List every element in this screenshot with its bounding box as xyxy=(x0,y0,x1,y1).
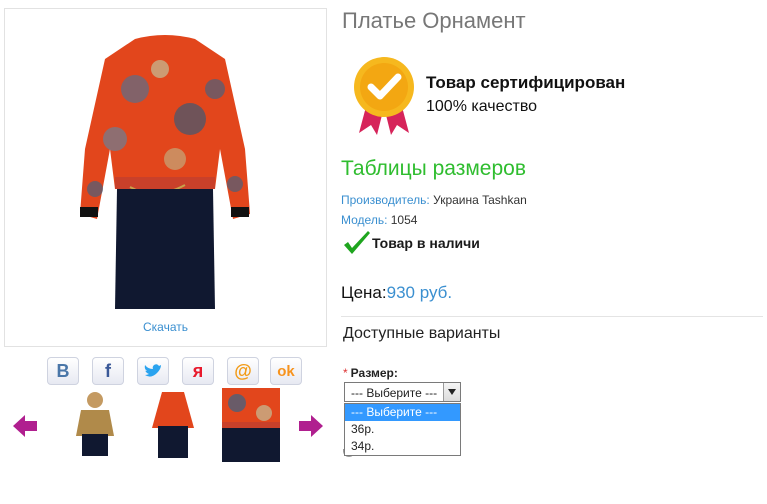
next-arrow-icon[interactable] xyxy=(298,414,324,438)
thumbnail-back[interactable] xyxy=(66,388,124,462)
certificate-badge-icon xyxy=(354,57,414,135)
size-tables-link[interactable]: Таблицы размеров xyxy=(341,157,526,181)
moimir-icon[interactable]: я xyxy=(182,357,214,385)
thumbnail-front[interactable] xyxy=(144,388,202,462)
vk-icon[interactable]: B xyxy=(47,357,79,385)
variants-title: Доступные варианты xyxy=(343,325,501,342)
price-row: Цена:930 руб. xyxy=(341,283,452,303)
size-option[interactable]: --- Выберите --- xyxy=(345,404,460,421)
manufacturer-value: Украина Tashkan xyxy=(433,193,527,207)
price-value: 930 руб. xyxy=(386,283,453,302)
certificate-subtitle: 100% качество xyxy=(426,98,538,115)
stock-status: Товар в наличи xyxy=(372,235,480,251)
required-mark: * xyxy=(343,366,348,380)
product-title: Платье Орнамент xyxy=(342,8,526,33)
size-option[interactable]: 36р. xyxy=(345,421,460,438)
model-label: Модель: xyxy=(341,213,388,227)
divider xyxy=(341,316,763,317)
size-select-value: --- Выберите --- xyxy=(351,386,438,400)
twitter-icon[interactable] xyxy=(137,357,169,385)
model-row: Модель: 1054 xyxy=(341,213,417,227)
mail-icon[interactable]: @ xyxy=(227,357,259,385)
odnoklassniki-icon[interactable]: ok xyxy=(270,357,302,385)
manufacturer-row: Производитель: Украина Tashkan xyxy=(341,193,527,207)
size-option[interactable]: 34р. xyxy=(345,438,460,455)
facebook-icon[interactable]: f xyxy=(92,357,124,385)
certificate-title: Товар сертифицирован xyxy=(426,73,626,92)
size-select[interactable]: --- Выберите --- xyxy=(344,382,461,402)
chevron-down-icon[interactable] xyxy=(443,383,460,401)
download-link[interactable]: Скачать xyxy=(5,320,326,334)
product-image[interactable] xyxy=(75,29,255,319)
size-field-label: * Размер: xyxy=(343,366,398,380)
prev-arrow-icon[interactable] xyxy=(12,414,38,438)
product-image-frame: Скачать xyxy=(4,8,327,347)
thumbnail-detail[interactable] xyxy=(222,388,280,462)
model-value: 1054 xyxy=(390,213,418,227)
in-stock-check-icon xyxy=(344,231,370,254)
size-dropdown-list: --- Выберите --- 36р. 34р. xyxy=(344,403,461,456)
manufacturer-label[interactable]: Производитель: xyxy=(341,193,430,207)
size-label-text: Размер: xyxy=(350,366,398,380)
price-label: Цена: xyxy=(341,283,387,302)
